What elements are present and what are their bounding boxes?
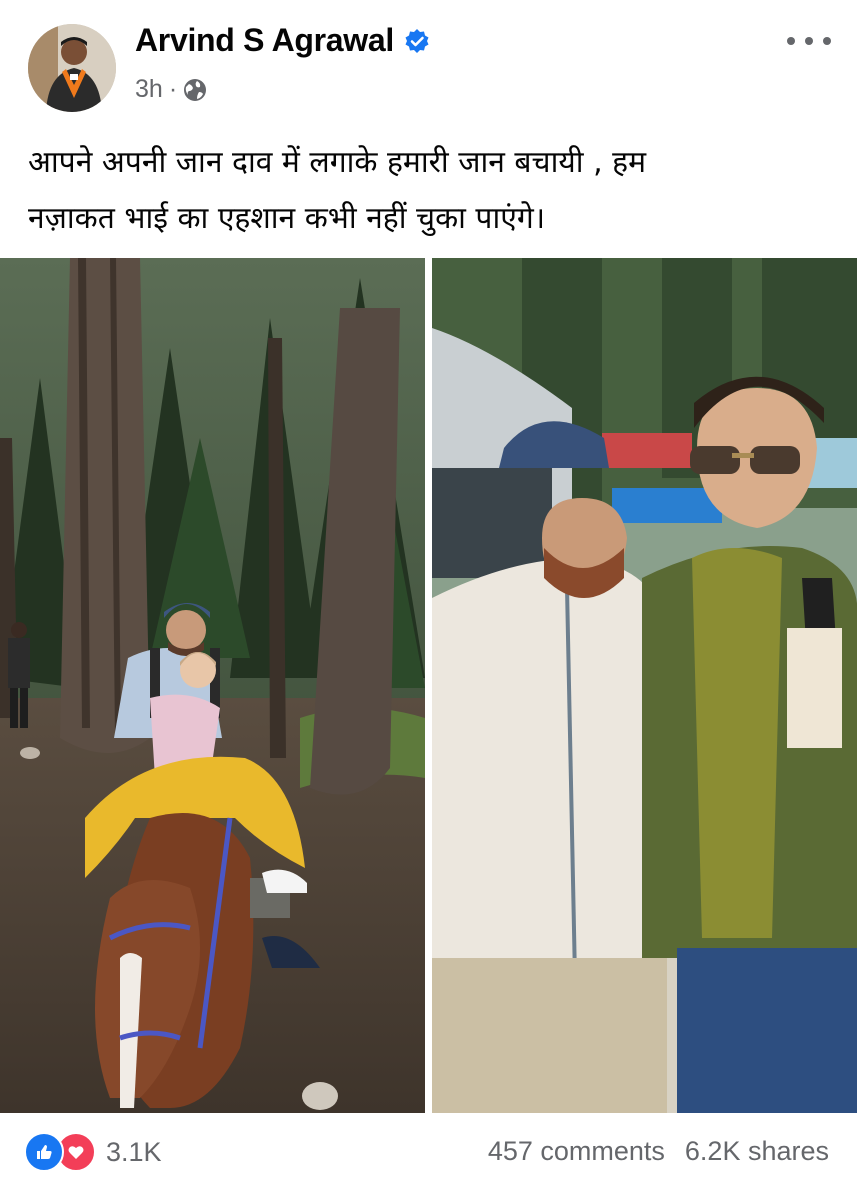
shares-count-link[interactable]: 6.2K shares [685, 1136, 829, 1167]
meta-separator: · [168, 75, 178, 103]
like-reaction-icon [24, 1132, 64, 1172]
more-dot [805, 37, 813, 45]
more-dot [823, 37, 831, 45]
post-header-author: Arvind S Agrawal [135, 22, 430, 59]
globe-icon [183, 78, 207, 102]
post-photo-right[interactable] [432, 258, 857, 1113]
post-text-line-2: नज़ाकत भाई का एहशान कभी नहीं चुका पाएंगे… [28, 201, 546, 236]
post-meta: 3h · [135, 75, 207, 104]
verified-badge-icon [404, 28, 430, 54]
author-avatar[interactable] [28, 24, 116, 112]
post-text: आपने अपनी जान दाव में लगाके हमारी जान बच… [28, 135, 828, 247]
engagement-stats: 457 comments 6.2K shares [488, 1136, 829, 1167]
more-dot [787, 37, 795, 45]
author-name[interactable]: Arvind S Agrawal [135, 22, 394, 59]
comments-count-link[interactable]: 457 comments [488, 1136, 665, 1167]
reaction-summary[interactable]: 3.1K [24, 1132, 162, 1172]
post-text-line-1: आपने अपनी जान दाव में लगाके हमारी जान बच… [28, 145, 647, 180]
post-time[interactable]: 3h [135, 75, 163, 104]
more-options-icon[interactable] [787, 30, 831, 52]
post-photo-left[interactable] [0, 258, 425, 1113]
reaction-count: 3.1K [106, 1136, 162, 1167]
